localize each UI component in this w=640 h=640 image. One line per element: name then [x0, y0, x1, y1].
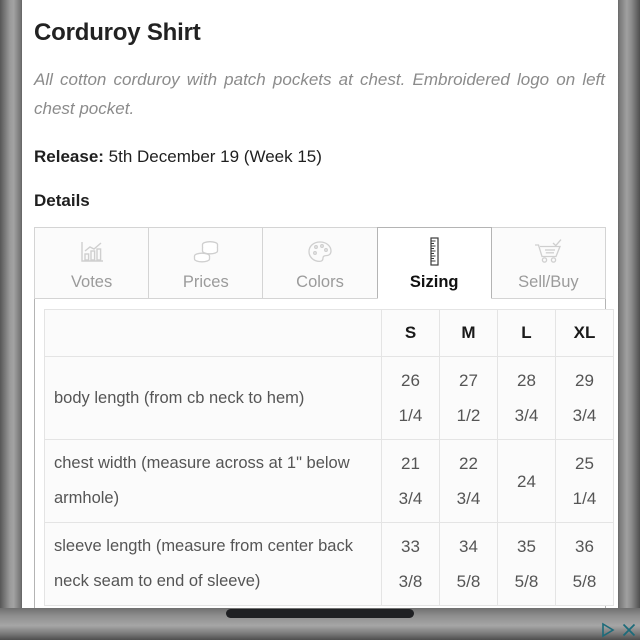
details-tabs: Votes Prices Colors Sizing Sell/Buy S M …	[34, 227, 614, 608]
value-fraction: 3/4	[456, 489, 481, 508]
ruler-icon	[426, 237, 442, 267]
coins-icon	[191, 237, 221, 267]
value-fraction: 5/8	[514, 572, 539, 591]
sizing-panel: S M L XL body length (from cb neck to he…	[34, 298, 614, 608]
release-value: 5th December 19 (Week 15)	[108, 147, 322, 166]
sizing-table-body: body length (from cb neck to hem) 26 1/4…	[44, 356, 614, 606]
header-measurement	[44, 309, 382, 357]
value-whole: 33	[401, 537, 420, 556]
tab-sizing-label: Sizing	[409, 273, 459, 291]
table-row: sleeve length (measure from center back …	[44, 522, 614, 606]
tab-prices-label: Prices	[182, 273, 229, 291]
measurement-label: sleeve length (measure from center back …	[44, 522, 382, 606]
value-fraction: 3/4	[572, 406, 597, 425]
tab-colors[interactable]: Colors	[263, 227, 378, 299]
value-cell: 25 1/4	[555, 439, 614, 523]
sizing-table-head: S M L XL	[44, 309, 614, 357]
table-header-row: S M L XL	[44, 309, 614, 357]
left-edge-strip	[0, 0, 22, 608]
value-cell: 26 1/4	[381, 356, 440, 440]
home-indicator-bar[interactable]	[226, 609, 414, 618]
device-screen: Corduroy Shirt All cotton corduroy with …	[0, 0, 640, 640]
value-cell: 36 5/8	[555, 522, 614, 606]
value-cell: 22 3/4	[439, 439, 498, 523]
value-cell: 34 5/8	[439, 522, 498, 606]
measurement-label: body length (from cb neck to hem)	[44, 356, 382, 440]
tab-sizing[interactable]: Sizing	[376, 227, 492, 299]
header-size-s: S	[381, 309, 440, 357]
shopping-cart-check-icon	[532, 237, 564, 267]
value-whole: 24	[517, 471, 536, 491]
bar-chart-icon	[78, 237, 106, 267]
value-cell: 21 3/4	[381, 439, 440, 523]
value-fraction: 1/4	[572, 489, 597, 508]
value-fraction: 3/8	[398, 572, 423, 591]
tab-votes-label: Votes	[70, 273, 113, 291]
page-card: Corduroy Shirt All cotton corduroy with …	[22, 0, 618, 608]
value-cell: 27 1/2	[439, 356, 498, 440]
system-bottom-bar	[0, 608, 640, 640]
value-whole: 28	[517, 371, 536, 390]
header-size-l: L	[497, 309, 556, 357]
value-whole: 29	[575, 371, 594, 390]
right-edge-strip	[618, 0, 640, 608]
tab-sell-buy-label: Sell/Buy	[518, 273, 579, 291]
value-whole: 27	[459, 371, 478, 390]
palette-icon	[306, 237, 334, 267]
measurement-label: chest width (measure across at 1" below …	[44, 439, 382, 523]
value-fraction: 3/4	[514, 406, 539, 425]
value-cell: 28 3/4	[497, 356, 556, 440]
value-whole: 36	[575, 537, 594, 556]
value-fraction: 3/4	[398, 489, 423, 508]
value-whole: 22	[459, 454, 478, 473]
sizing-table: S M L XL body length (from cb neck to he…	[44, 309, 614, 606]
value-cell: 24	[497, 439, 556, 523]
tab-colors-label: Colors	[296, 273, 344, 291]
value-whole: 35	[517, 537, 536, 556]
ad-close-icon[interactable]	[620, 621, 638, 639]
tab-votes[interactable]: Votes	[34, 227, 150, 299]
value-whole: 26	[401, 371, 420, 390]
product-description: All cotton corduroy with patch pockets a…	[34, 70, 605, 118]
table-row: body length (from cb neck to hem) 26 1/4…	[44, 356, 614, 440]
page-title: Corduroy Shirt	[34, 19, 201, 46]
value-cell: 29 3/4	[555, 356, 614, 440]
value-fraction: 1/4	[398, 406, 423, 425]
header-size-m: M	[439, 309, 498, 357]
tab-strip: Votes Prices Colors Sizing Sell/Buy	[34, 227, 607, 299]
adchoices-triangle-icon[interactable]	[599, 621, 617, 639]
tab-prices[interactable]: Prices	[149, 227, 264, 299]
value-fraction: 5/8	[572, 572, 597, 591]
value-fraction: 5/8	[456, 572, 481, 591]
value-cell: 35 5/8	[497, 522, 556, 606]
value-whole: 21	[401, 454, 420, 473]
value-cell: 33 3/8	[381, 522, 440, 606]
page-content: Corduroy Shirt All cotton corduroy with …	[22, 0, 618, 608]
details-heading: Details	[34, 191, 90, 210]
value-whole: 25	[575, 454, 594, 473]
header-size-xl: XL	[555, 309, 614, 357]
tab-sell-buy[interactable]: Sell/Buy	[491, 227, 607, 299]
value-whole: 34	[459, 537, 478, 556]
value-fraction: 1/2	[456, 406, 481, 425]
table-row: chest width (measure across at 1" below …	[44, 439, 614, 523]
release-label: Release:	[34, 147, 104, 166]
adchoices-overlay	[599, 621, 638, 639]
release-line: Release: 5th December 19 (Week 15)	[34, 146, 606, 168]
